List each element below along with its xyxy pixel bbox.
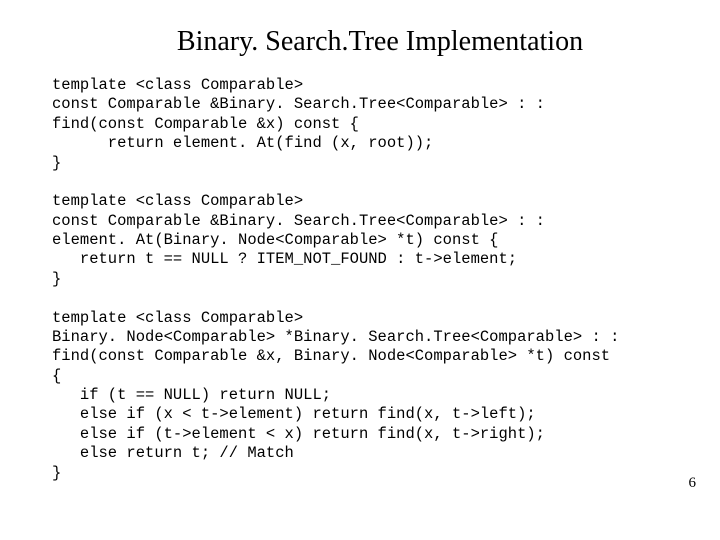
- slide: Binary. Search.Tree Implementation templ…: [0, 0, 720, 540]
- slide-title: Binary. Search.Tree Implementation: [0, 0, 720, 58]
- code-block: template <class Comparable> const Compar…: [0, 58, 720, 483]
- page-number: 6: [689, 475, 697, 492]
